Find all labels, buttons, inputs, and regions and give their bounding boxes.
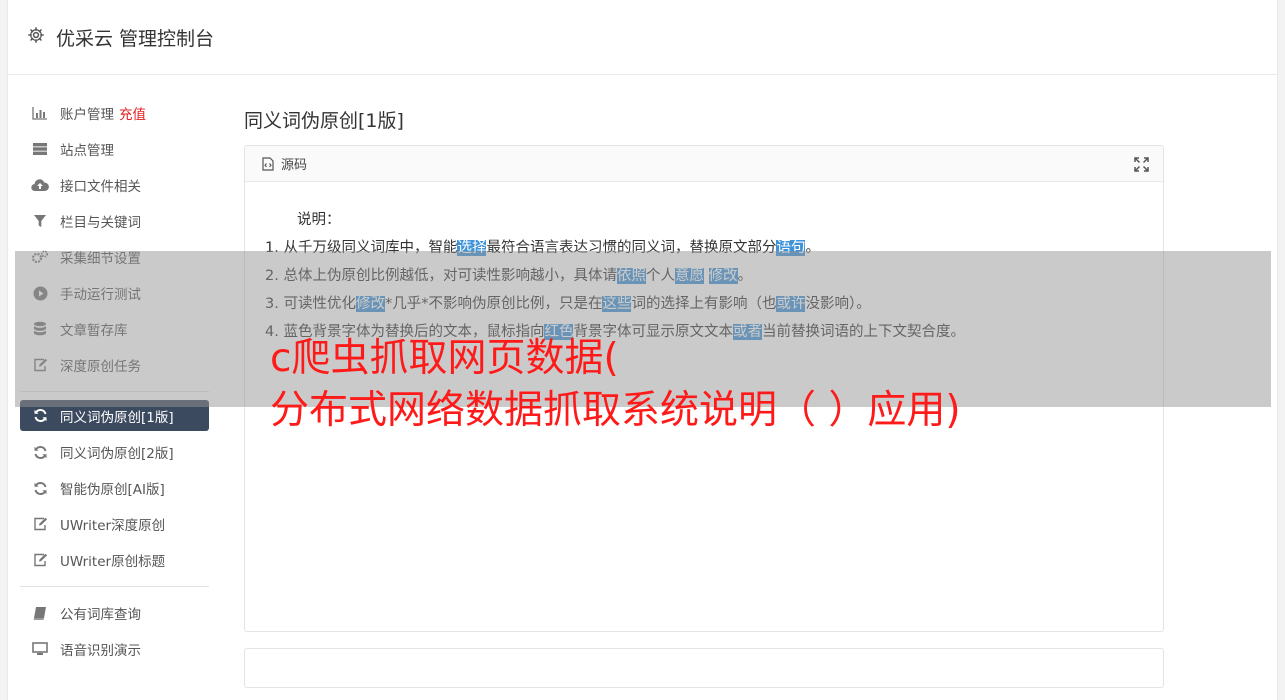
panel-header-label: 源码	[281, 158, 308, 173]
result-panel	[244, 648, 1164, 688]
code-file-icon	[262, 156, 274, 171]
headline-line-2: 分布式网络数据抓取系统说明（ ）应用)	[270, 388, 961, 433]
cloud-upload-icon	[31, 177, 49, 193]
sidebar-item-label: UWriter原创标题	[60, 554, 166, 570]
sidebar-item-label: 语音识别演示	[60, 643, 141, 659]
headline-line-1: c爬虫抓取网页数据(	[270, 336, 619, 381]
sidebar-item-account[interactable]: 账户管理 充值	[20, 95, 209, 131]
edit-icon	[31, 516, 49, 532]
overlay-headline: c爬虫抓取网页数据( 分布式网络数据抓取系统说明（ ）应用)	[270, 333, 961, 437]
sidebar-item-label: 公有词库查询	[60, 607, 141, 623]
sidebar-item-ai-rewrite[interactable]: 智能伪原创[AI版]	[20, 470, 209, 506]
sidebar-item-sites[interactable]: 站点管理	[20, 131, 209, 167]
sidebar-item-speech-demo[interactable]: 语音识别演示	[20, 631, 209, 667]
book-icon	[31, 605, 49, 621]
sidebar-item-label: 账户管理	[60, 107, 114, 123]
refresh-icon	[31, 408, 49, 424]
sidebar-item-columns-keywords[interactable]: 栏目与关键词	[20, 203, 209, 239]
refresh-icon	[31, 444, 49, 460]
recharge-link[interactable]: 充值	[119, 103, 146, 123]
page-title: 同义词伪原创[1版]	[244, 110, 404, 132]
bar-chart-icon	[31, 105, 49, 121]
gear-icon	[28, 27, 44, 43]
app-title: 优采云 管理控制台	[56, 28, 215, 50]
edit-icon	[31, 552, 49, 568]
sidebar-item-label: 智能伪原创[AI版]	[60, 482, 165, 498]
sidebar-item-label: 接口文件相关	[60, 179, 141, 195]
expand-icon[interactable]	[1134, 157, 1149, 172]
refresh-icon	[31, 480, 49, 496]
server-icon	[31, 141, 49, 157]
sidebar-divider	[20, 586, 209, 587]
sidebar-item-synonym-v2[interactable]: 同义词伪原创[2版]	[20, 434, 209, 470]
sidebar-item-label: 同义词伪原创[2版]	[60, 446, 174, 462]
description-title: 说明：	[297, 212, 341, 228]
sidebar-item-label: 栏目与关键词	[60, 215, 141, 231]
top-bar: 优采云 管理控制台	[8, 0, 1277, 75]
sidebar-item-public-lexicon[interactable]: 公有词库查询	[20, 595, 209, 631]
sidebar-item-uwriter-title[interactable]: UWriter原创标题	[20, 542, 209, 578]
filter-icon	[31, 213, 49, 229]
sidebar-item-api-files[interactable]: 接口文件相关	[20, 167, 209, 203]
sidebar-item-label: 同义词伪原创[1版]	[60, 409, 174, 426]
panel-header: 源码	[245, 146, 1163, 182]
sidebar-item-label: UWriter深度原创	[60, 518, 166, 534]
desktop-icon	[31, 641, 49, 657]
sidebar-item-label: 站点管理	[60, 143, 114, 159]
sidebar-item-uwriter-deep[interactable]: UWriter深度原创	[20, 506, 209, 542]
